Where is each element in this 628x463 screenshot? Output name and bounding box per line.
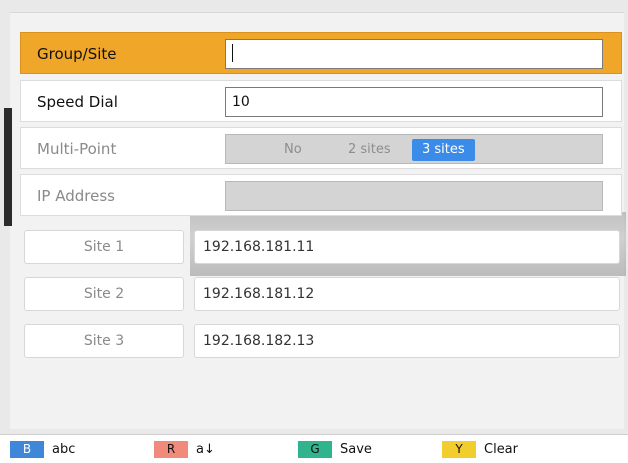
site-3-ip-field[interactable]: 192.168.182.13 [194, 324, 620, 358]
key-hint-b[interactable]: Babc [10, 441, 75, 459]
site-1-ip-field[interactable]: 192.168.181.11 [194, 230, 620, 264]
red-key-icon: R [154, 441, 188, 458]
key-hint-r-label: a↓ [196, 442, 215, 457]
ip-address-row[interactable]: IP Address [20, 174, 622, 216]
key-hint-r[interactable]: Ra↓ [154, 441, 215, 459]
ip-address-label: IP Address [37, 187, 115, 205]
green-key-icon: G [298, 441, 332, 458]
remote-key-bar: Babc Ra↓ G Save Y Clear [0, 434, 628, 463]
option-3-sites[interactable]: 3 sites [412, 139, 475, 161]
multi-point-selector[interactable]: No 2 sites 3 sites [225, 134, 603, 164]
site-2-button[interactable]: Site 2 [24, 277, 184, 311]
blue-key-icon: B [10, 441, 44, 458]
background-edge [4, 108, 12, 226]
group-site-label: Group/Site [37, 45, 117, 63]
group-site-row[interactable]: Group/Site [20, 32, 622, 74]
multi-point-row[interactable]: Multi-Point No 2 sites 3 sites [20, 127, 622, 169]
group-site-input[interactable] [225, 39, 603, 69]
key-hint-y[interactable]: Y Clear [442, 441, 518, 459]
site-3-button[interactable]: Site 3 [24, 324, 184, 358]
yellow-key-icon: Y [442, 441, 476, 458]
key-hint-y-label: Clear [484, 442, 518, 457]
key-hint-g-label: Save [340, 442, 372, 457]
text-caret [232, 43, 233, 62]
ip-address-input[interactable] [225, 181, 603, 211]
speed-dial-input[interactable]: 10 [225, 87, 603, 117]
multi-point-label: Multi-Point [37, 140, 117, 158]
screen: Group/Site Speed Dial 10 Multi-Point No … [0, 0, 628, 463]
key-hint-g[interactable]: G Save [298, 441, 372, 459]
speed-dial-label: Speed Dial [37, 93, 118, 111]
option-2-sites[interactable]: 2 sites [338, 139, 401, 161]
key-hint-b-label: abc [52, 442, 76, 457]
site-1-button[interactable]: Site 1 [24, 230, 184, 264]
site-2-ip-field[interactable]: 192.168.181.12 [194, 277, 620, 311]
speed-dial-row[interactable]: Speed Dial 10 [20, 80, 622, 122]
option-no[interactable]: No [274, 139, 312, 161]
